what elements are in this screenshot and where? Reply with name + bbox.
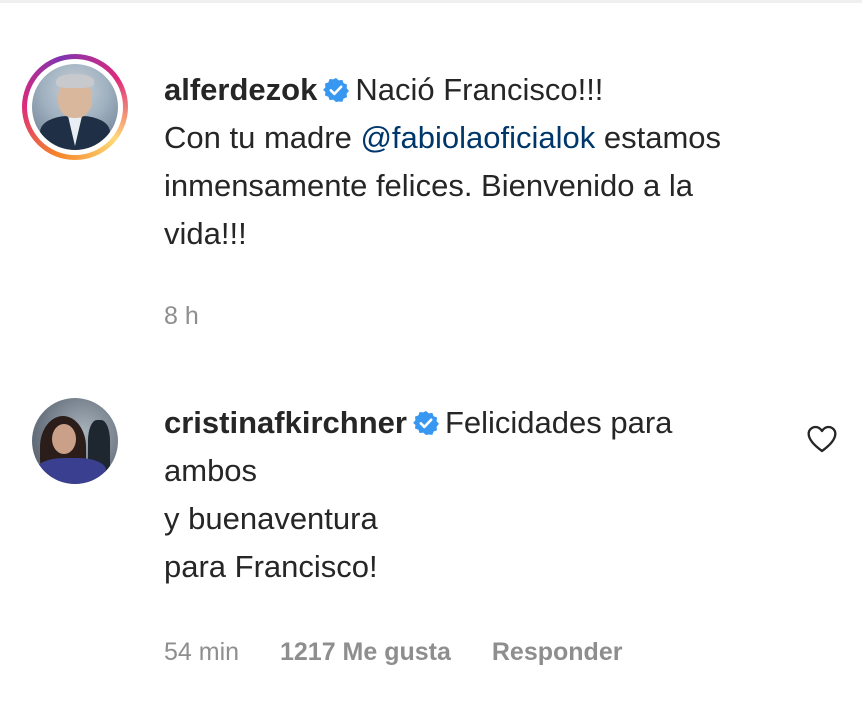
avatar-cristinafkirchner[interactable] (32, 398, 118, 484)
comment-text: inmensamente felices. Bienvenido a la (164, 168, 694, 203)
comment-text: ambos (164, 453, 258, 488)
likes-count-button[interactable]: 1217 Me gusta (280, 638, 451, 666)
verified-badge-icon (323, 77, 350, 103)
comment-body: alferdezok Nació Francisco!!! Con tu madr… (164, 66, 834, 258)
timestamp[interactable]: 8 h (164, 302, 199, 330)
avatar-alferdezok[interactable] (32, 64, 118, 150)
comment-text: para Francisco! (164, 549, 378, 584)
comment-body: cristinafkirchner Felicidades para ambos … (164, 399, 784, 591)
comment-text: Nació Francisco!!! (355, 72, 604, 107)
like-heart-icon[interactable] (806, 424, 838, 454)
comment-text: Con tu madre (164, 120, 361, 155)
comment-text: y buenaventura (164, 501, 378, 536)
comment-text: Felicidades para (444, 405, 673, 440)
username-link[interactable]: cristinafkirchner (164, 405, 407, 440)
mention-link[interactable]: @fabiolaoficialok (360, 120, 595, 155)
timestamp[interactable]: 54 min (164, 638, 239, 666)
reply-button[interactable]: Responder (492, 638, 623, 666)
comment-meta: 54 min 1217 Me gusta Responder (164, 638, 656, 667)
verified-badge-icon (413, 410, 439, 436)
top-divider (0, 0, 862, 3)
username-link[interactable]: alferdezok (164, 72, 317, 107)
comment-meta: 8 h (164, 302, 233, 331)
comment-text: vida!!! (164, 216, 247, 251)
comment-text: estamos (595, 120, 722, 155)
